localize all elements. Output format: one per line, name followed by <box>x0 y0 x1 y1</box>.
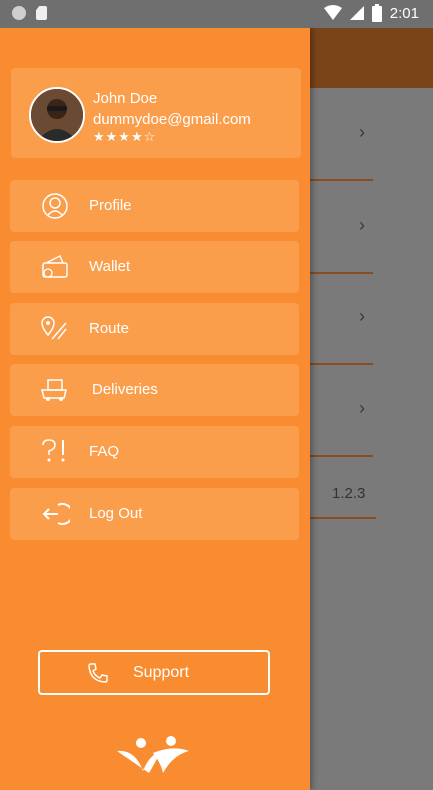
signal-icon <box>349 6 364 20</box>
user-email: dummydoe@gmail.com <box>93 111 251 128</box>
battery-icon <box>371 4 382 22</box>
menu-item-label: Deliveries <box>92 381 158 398</box>
question-exclaim-icon <box>42 439 65 462</box>
status-time: 2:01 <box>389 4 419 22</box>
sd-card-icon <box>36 6 47 20</box>
notification-dot-icon <box>12 6 26 20</box>
menu-item-deliveries[interactable]: Deliveries <box>10 364 299 416</box>
wifi-icon <box>323 5 342 20</box>
chevron-right-icon: › <box>359 122 365 142</box>
divider <box>310 517 376 519</box>
wallet-icon <box>42 254 68 278</box>
route-icon <box>41 316 67 340</box>
menu-item-label: Route <box>89 320 130 337</box>
support-button[interactable]: Support <box>38 650 270 695</box>
menu-item-wallet[interactable]: Wallet <box>10 241 299 293</box>
background-list-row[interactable]: › <box>310 88 373 181</box>
chevron-right-icon: › <box>359 215 365 235</box>
brand-logo-icon <box>117 736 189 773</box>
menu-item-label: Profile <box>89 197 132 214</box>
navigation-drawer: John Doe dummydoe@gmail.com ★★★★☆ Profil… <box>0 28 310 790</box>
background-screen: › › › › 1.2.3 <box>310 28 433 790</box>
phone-icon <box>88 663 108 683</box>
truck-icon <box>41 379 67 401</box>
background-list-row[interactable]: › <box>310 364 373 457</box>
user-circle-icon <box>42 193 68 219</box>
menu-item-label: Log Out <box>89 505 143 522</box>
chevron-right-icon: › <box>359 306 365 326</box>
menu-item-faq[interactable]: FAQ <box>10 426 299 478</box>
background-app-bar <box>310 28 433 88</box>
chevron-right-icon: › <box>359 398 365 418</box>
user-rating-stars: ★★★★☆ <box>93 129 157 144</box>
menu-item-logout[interactable]: Log Out <box>10 488 299 540</box>
background-list-row[interactable]: › <box>310 181 373 274</box>
background-list-row[interactable]: › <box>310 272 373 365</box>
menu-item-label: Wallet <box>89 258 131 275</box>
status-bar: 2:01 <box>0 0 433 28</box>
menu-item-route[interactable]: Route <box>10 303 299 355</box>
support-label: Support <box>133 664 190 681</box>
logout-icon <box>42 503 70 525</box>
app-version: 1.2.3 <box>332 485 366 502</box>
menu-item-profile[interactable]: Profile <box>10 180 299 232</box>
profile-card[interactable]: John Doe dummydoe@gmail.com ★★★★☆ <box>11 68 301 158</box>
avatar <box>29 87 85 143</box>
user-name: John Doe <box>93 90 158 107</box>
menu-item-label: FAQ <box>89 443 120 460</box>
